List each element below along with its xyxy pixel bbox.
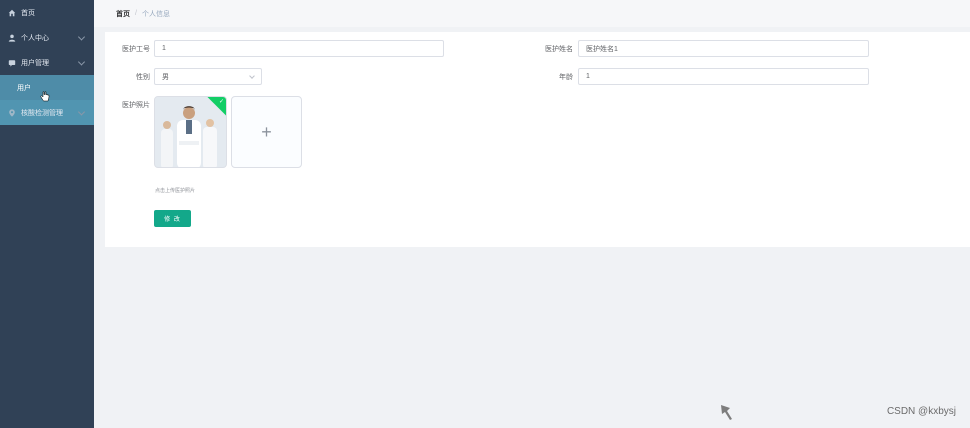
chevron-down-icon bbox=[77, 32, 86, 41]
submit-button-label: 修 改 bbox=[164, 217, 181, 223]
gender-value: 男 bbox=[162, 73, 169, 81]
submit-button[interactable]: 修 改 bbox=[154, 210, 191, 227]
profile-form: 医护工号 1 医护姓名 医护姓名1 性别 男 年龄 1 医护照片 ✓ + 点击上… bbox=[105, 32, 970, 247]
staff-id-value: 1 bbox=[162, 45, 166, 52]
staff-name-value: 医护姓名1 bbox=[586, 45, 618, 53]
age-label: 年龄 bbox=[559, 74, 573, 81]
sidebar-item-label: 核酸检测管理 bbox=[21, 109, 63, 117]
message-icon bbox=[8, 59, 16, 67]
chevron-down-icon bbox=[77, 57, 86, 66]
upload-tip: 点击上传医护照片 bbox=[155, 188, 196, 194]
breadcrumb-home[interactable]: 首页 bbox=[116, 9, 130, 19]
home-icon bbox=[8, 9, 16, 17]
sidebar-item-label: 用户 bbox=[17, 84, 31, 92]
hand-pointer-icon bbox=[40, 91, 50, 105]
check-icon: ✓ bbox=[218, 99, 224, 105]
chevron-down-icon bbox=[249, 73, 255, 79]
chevron-down-icon bbox=[77, 107, 86, 116]
upload-photo-button[interactable]: + bbox=[231, 96, 302, 168]
doctors-image bbox=[155, 97, 226, 167]
staff-photo[interactable]: ✓ bbox=[154, 96, 227, 168]
age-value: 1 bbox=[586, 73, 590, 80]
breadcrumb: 首页 / 个人信息 bbox=[94, 0, 970, 27]
breadcrumb-current: 个人信息 bbox=[141, 10, 170, 18]
staff-name-label: 医护姓名 bbox=[545, 46, 573, 53]
staff-name-input[interactable]: 医护姓名1 bbox=[578, 40, 869, 57]
sidebar-item-personal-center[interactable]: 个人中心 bbox=[0, 25, 94, 50]
sidebar-item-label: 个人中心 bbox=[21, 34, 49, 42]
sidebar: 首页 个人中心 用户管理 用户 核酸检测管理 bbox=[0, 0, 94, 428]
sidebar-item-home[interactable]: 首页 bbox=[0, 0, 94, 25]
watermark: CSDN @kxbysj bbox=[886, 406, 956, 417]
location-icon bbox=[8, 108, 16, 117]
photo-label: 医护照片 bbox=[122, 102, 150, 109]
pin-icon bbox=[718, 402, 736, 424]
breadcrumb-separator: / bbox=[135, 10, 137, 17]
age-input[interactable]: 1 bbox=[578, 68, 869, 85]
sidebar-item-user-management[interactable]: 用户管理 bbox=[0, 50, 94, 75]
gender-select[interactable]: 男 bbox=[154, 68, 262, 85]
staff-id-input[interactable]: 1 bbox=[154, 40, 444, 57]
sidebar-item-label: 首页 bbox=[21, 9, 35, 17]
staff-id-label: 医护工号 bbox=[122, 46, 150, 53]
plus-icon: + bbox=[261, 121, 272, 142]
sidebar-item-label: 用户管理 bbox=[21, 59, 49, 67]
user-icon bbox=[8, 34, 16, 42]
gender-label: 性别 bbox=[136, 74, 150, 81]
